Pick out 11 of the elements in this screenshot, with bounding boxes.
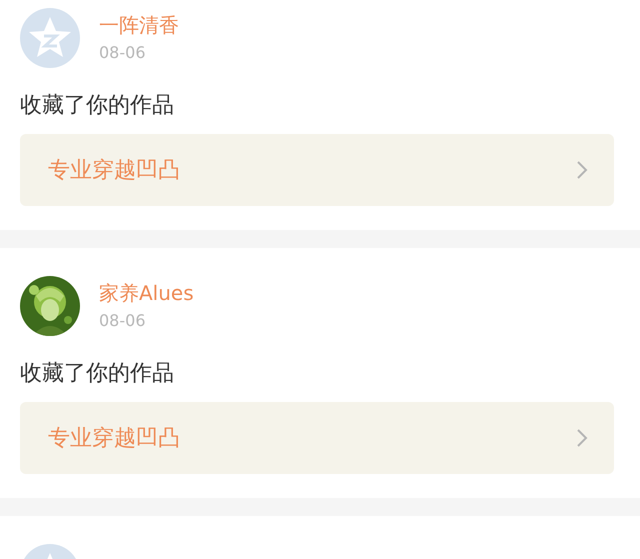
user-name[interactable]: 家养Alues: [99, 281, 194, 305]
avatar-icon: [20, 8, 80, 68]
notification-message: 收藏了你的作品: [20, 360, 175, 388]
work-link-card[interactable]: 专业穿越凹凸: [20, 134, 614, 206]
notification-date: 08-06: [99, 311, 146, 331]
chevron-right-icon: [576, 160, 588, 180]
work-link-card[interactable]: 专业穿越凹凸: [20, 402, 614, 474]
user-name[interactable]: 一阵清香: [99, 13, 179, 37]
notification-date: 08-06: [99, 43, 146, 63]
notification-message: 收藏了你的作品: [20, 92, 175, 120]
chevron-right-icon: [576, 428, 588, 448]
